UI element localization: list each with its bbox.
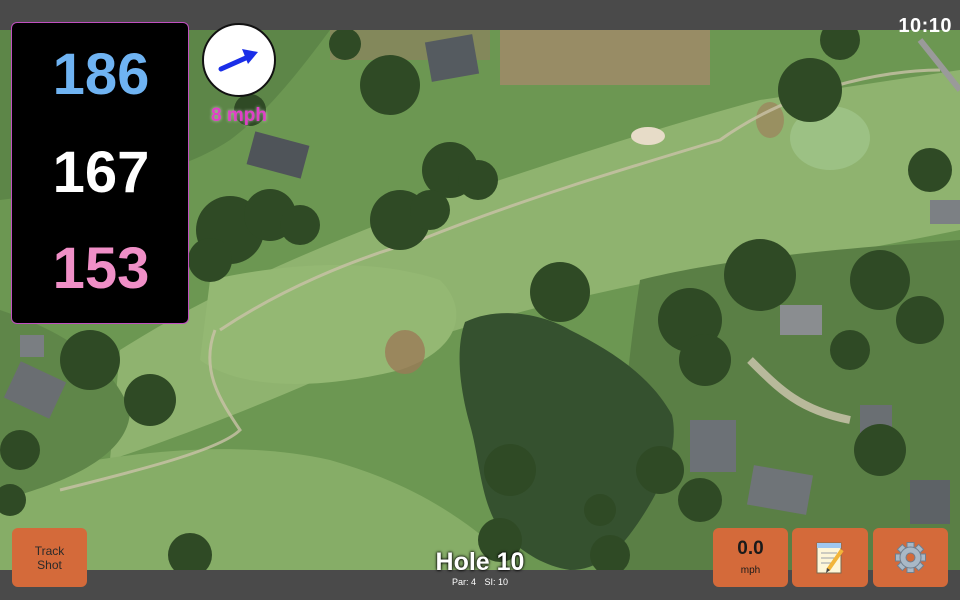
hole-par: Par: 4: [451, 577, 476, 587]
front-yardage: 153: [52, 236, 150, 301]
wind-speed: 8 mph: [211, 105, 267, 126]
notepad-icon: [816, 542, 844, 574]
hole-title: Hole 10: [435, 548, 525, 576]
back-yardage: 186: [52, 42, 150, 107]
speed-value: 0.0: [737, 538, 764, 559]
yardage-panel: 186 167 153: [11, 22, 189, 324]
hole-stroke-index: SI: 10: [484, 577, 509, 587]
speed-button[interactable]: 0.0 mph: [713, 528, 788, 587]
track-shot-button[interactable]: Track Shot: [12, 528, 87, 587]
middle-yardage: 167: [52, 140, 150, 205]
hole-info: Par: 4 SI: 10: [380, 577, 580, 587]
settings-button[interactable]: [873, 528, 948, 587]
wind-arrow-icon: [218, 49, 258, 72]
track-shot-label-line1: Track: [34, 543, 65, 558]
status-clock: 10:10: [898, 15, 952, 37]
wind-direction-dial: [202, 23, 276, 97]
gear-icon: [895, 542, 926, 573]
notes-button[interactable]: [792, 528, 868, 587]
speed-unit: mph: [740, 565, 761, 576]
track-shot-label-line2: Shot: [37, 557, 62, 572]
